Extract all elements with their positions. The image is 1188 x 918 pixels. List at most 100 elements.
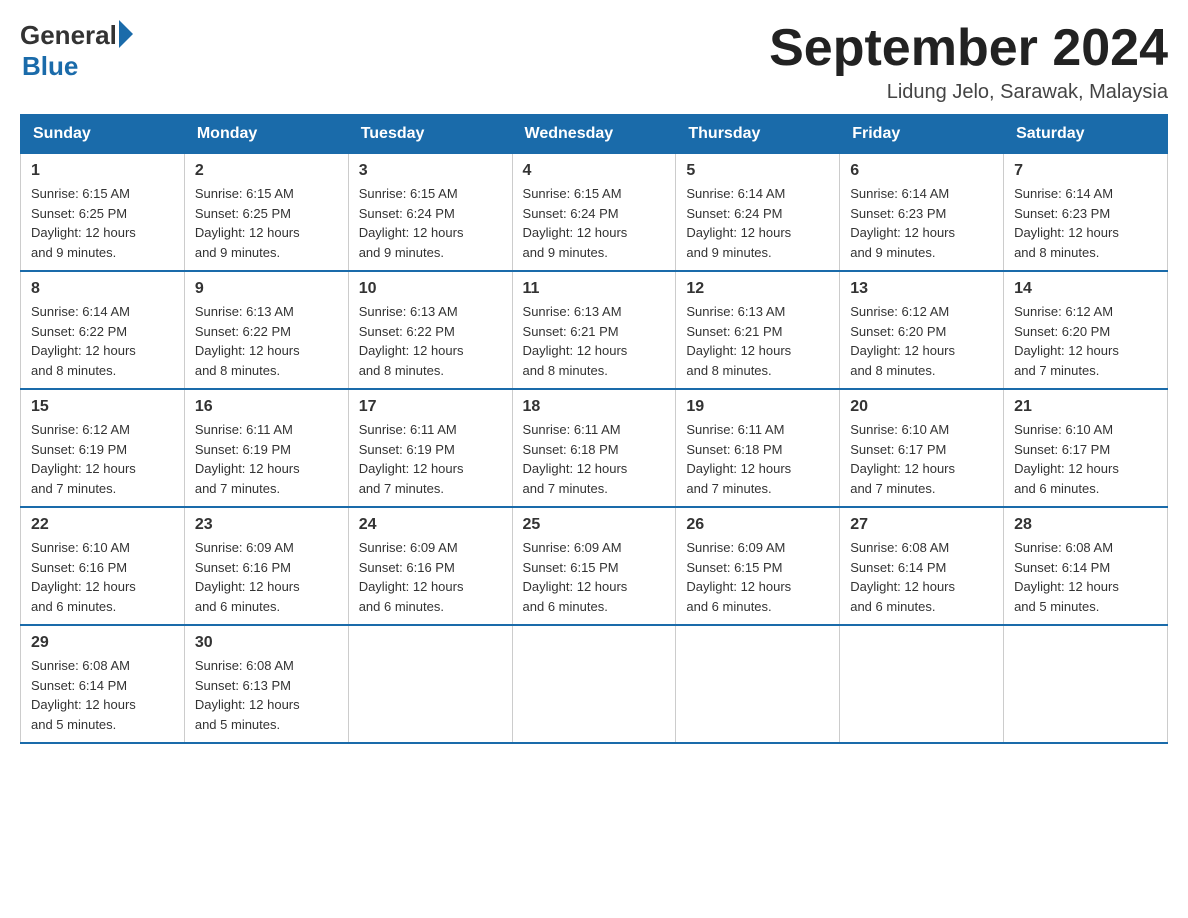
day-info: Sunrise: 6:13 AMSunset: 6:21 PMDaylight:…	[523, 302, 666, 380]
day-number: 8	[31, 280, 174, 298]
calendar-day-cell: 12Sunrise: 6:13 AMSunset: 6:21 PMDayligh…	[676, 271, 840, 389]
day-number: 23	[195, 516, 338, 534]
day-info: Sunrise: 6:14 AMSunset: 6:22 PMDaylight:…	[31, 302, 174, 380]
day-number: 7	[1014, 162, 1157, 180]
day-info: Sunrise: 6:14 AMSunset: 6:24 PMDaylight:…	[686, 184, 829, 262]
day-info: Sunrise: 6:15 AMSunset: 6:24 PMDaylight:…	[523, 184, 666, 262]
day-number: 10	[359, 280, 502, 298]
day-info: Sunrise: 6:14 AMSunset: 6:23 PMDaylight:…	[1014, 184, 1157, 262]
calendar-day-cell: 26 Sunrise: 6:09 AMSunset: 6:15 PMDayligh…	[676, 507, 840, 625]
calendar-week-row: 22 Sunrise: 6:10 AMSunset: 6:16 PMDayligh…	[21, 507, 1168, 625]
day-number: 26	[686, 516, 829, 534]
calendar-day-cell: 30Sunrise: 6:08 AMSunset: 6:13 PMDayligh…	[184, 625, 348, 743]
calendar-day-cell: 13Sunrise: 6:12 AMSunset: 6:20 PMDayligh…	[840, 271, 1004, 389]
day-number: 11	[523, 280, 666, 298]
day-info: Sunrise: 6:10 AMSunset: 6:17 PMDaylight:…	[1014, 420, 1157, 498]
day-info: Sunrise: 6:12 AMSunset: 6:20 PMDaylight:…	[1014, 302, 1157, 380]
day-number: 12	[686, 280, 829, 298]
day-info: Sunrise: 6:15 AMSunset: 6:25 PMDaylight:…	[31, 184, 174, 262]
day-number: 6	[850, 162, 993, 180]
logo: General Blue	[20, 20, 133, 82]
calendar-day-cell: 14 Sunrise: 6:12 AMSunset: 6:20 PMDayligh…	[1004, 271, 1168, 389]
calendar-week-row: 15Sunrise: 6:12 AMSunset: 6:19 PMDayligh…	[21, 389, 1168, 507]
day-number: 20	[850, 398, 993, 416]
logo-blue-text: Blue	[22, 51, 133, 82]
calendar-day-cell: 6 Sunrise: 6:14 AMSunset: 6:23 PMDaylight…	[840, 154, 1004, 272]
calendar-day-cell: 1 Sunrise: 6:15 AMSunset: 6:25 PMDaylight…	[21, 154, 185, 272]
day-info: Sunrise: 6:11 AMSunset: 6:19 PMDaylight:…	[359, 420, 502, 498]
calendar-day-cell: 4 Sunrise: 6:15 AMSunset: 6:24 PMDaylight…	[512, 154, 676, 272]
calendar-day-cell	[348, 625, 512, 743]
weekday-header-saturday: Saturday	[1004, 115, 1168, 154]
day-info: Sunrise: 6:08 AMSunset: 6:14 PMDaylight:…	[31, 656, 174, 734]
calendar-day-cell: 3 Sunrise: 6:15 AMSunset: 6:24 PMDaylight…	[348, 154, 512, 272]
weekday-header-tuesday: Tuesday	[348, 115, 512, 154]
calendar-day-cell: 29Sunrise: 6:08 AMSunset: 6:14 PMDayligh…	[21, 625, 185, 743]
calendar-day-cell: 18 Sunrise: 6:11 AMSunset: 6:18 PMDayligh…	[512, 389, 676, 507]
calendar-day-cell: 23 Sunrise: 6:09 AMSunset: 6:16 PMDayligh…	[184, 507, 348, 625]
day-info: Sunrise: 6:09 AMSunset: 6:15 PMDaylight:…	[686, 538, 829, 616]
calendar-day-cell: 8 Sunrise: 6:14 AMSunset: 6:22 PMDaylight…	[21, 271, 185, 389]
logo-general-text: General	[20, 20, 117, 51]
weekday-header-row: SundayMondayTuesdayWednesdayThursdayFrid…	[21, 115, 1168, 154]
day-number: 22	[31, 516, 174, 534]
day-info: Sunrise: 6:08 AMSunset: 6:14 PMDaylight:…	[1014, 538, 1157, 616]
calendar-week-row: 1 Sunrise: 6:15 AMSunset: 6:25 PMDaylight…	[21, 154, 1168, 272]
page-header: General Blue September 2024 Lidung Jelo,…	[20, 20, 1168, 104]
calendar-day-cell: 9 Sunrise: 6:13 AMSunset: 6:22 PMDaylight…	[184, 271, 348, 389]
day-info: Sunrise: 6:08 AMSunset: 6:14 PMDaylight:…	[850, 538, 993, 616]
title-section: September 2024 Lidung Jelo, Sarawak, Mal…	[769, 20, 1168, 104]
day-number: 15	[31, 398, 174, 416]
day-number: 17	[359, 398, 502, 416]
calendar-day-cell: 21 Sunrise: 6:10 AMSunset: 6:17 PMDayligh…	[1004, 389, 1168, 507]
calendar-table: SundayMondayTuesdayWednesdayThursdayFrid…	[20, 114, 1168, 744]
calendar-day-cell: 28 Sunrise: 6:08 AMSunset: 6:14 PMDayligh…	[1004, 507, 1168, 625]
calendar-week-row: 29Sunrise: 6:08 AMSunset: 6:14 PMDayligh…	[21, 625, 1168, 743]
day-number: 4	[523, 162, 666, 180]
day-info: Sunrise: 6:10 AMSunset: 6:16 PMDaylight:…	[31, 538, 174, 616]
weekday-header-thursday: Thursday	[676, 115, 840, 154]
calendar-day-cell: 2Sunrise: 6:15 AMSunset: 6:25 PMDaylight…	[184, 154, 348, 272]
day-number: 21	[1014, 398, 1157, 416]
day-number: 1	[31, 162, 174, 180]
logo-triangle-icon	[119, 20, 133, 48]
calendar-day-cell: 19 Sunrise: 6:11 AMSunset: 6:18 PMDayligh…	[676, 389, 840, 507]
day-number: 2	[195, 162, 338, 180]
calendar-header: SundayMondayTuesdayWednesdayThursdayFrid…	[21, 115, 1168, 154]
day-number: 5	[686, 162, 829, 180]
day-number: 28	[1014, 516, 1157, 534]
calendar-day-cell	[840, 625, 1004, 743]
day-info: Sunrise: 6:09 AMSunset: 6:15 PMDaylight:…	[523, 538, 666, 616]
day-number: 18	[523, 398, 666, 416]
calendar-body: 1 Sunrise: 6:15 AMSunset: 6:25 PMDaylight…	[21, 154, 1168, 744]
day-info: Sunrise: 6:14 AMSunset: 6:23 PMDaylight:…	[850, 184, 993, 262]
day-number: 19	[686, 398, 829, 416]
day-info: Sunrise: 6:09 AMSunset: 6:16 PMDaylight:…	[195, 538, 338, 616]
calendar-day-cell: 27Sunrise: 6:08 AMSunset: 6:14 PMDayligh…	[840, 507, 1004, 625]
calendar-day-cell: 5 Sunrise: 6:14 AMSunset: 6:24 PMDaylight…	[676, 154, 840, 272]
calendar-day-cell: 20 Sunrise: 6:10 AMSunset: 6:17 PMDayligh…	[840, 389, 1004, 507]
calendar-day-cell: 15Sunrise: 6:12 AMSunset: 6:19 PMDayligh…	[21, 389, 185, 507]
day-number: 9	[195, 280, 338, 298]
day-number: 16	[195, 398, 338, 416]
weekday-header-monday: Monday	[184, 115, 348, 154]
day-info: Sunrise: 6:09 AMSunset: 6:16 PMDaylight:…	[359, 538, 502, 616]
day-info: Sunrise: 6:11 AMSunset: 6:18 PMDaylight:…	[523, 420, 666, 498]
day-number: 14	[1014, 280, 1157, 298]
calendar-week-row: 8 Sunrise: 6:14 AMSunset: 6:22 PMDaylight…	[21, 271, 1168, 389]
day-info: Sunrise: 6:10 AMSunset: 6:17 PMDaylight:…	[850, 420, 993, 498]
day-number: 25	[523, 516, 666, 534]
day-info: Sunrise: 6:15 AMSunset: 6:24 PMDaylight:…	[359, 184, 502, 262]
day-number: 24	[359, 516, 502, 534]
calendar-day-cell	[1004, 625, 1168, 743]
calendar-day-cell: 10Sunrise: 6:13 AMSunset: 6:22 PMDayligh…	[348, 271, 512, 389]
weekday-header-wednesday: Wednesday	[512, 115, 676, 154]
calendar-day-cell: 17 Sunrise: 6:11 AMSunset: 6:19 PMDayligh…	[348, 389, 512, 507]
subtitle: Lidung Jelo, Sarawak, Malaysia	[769, 81, 1168, 104]
day-info: Sunrise: 6:11 AMSunset: 6:18 PMDaylight:…	[686, 420, 829, 498]
day-info: Sunrise: 6:12 AMSunset: 6:20 PMDaylight:…	[850, 302, 993, 380]
day-info: Sunrise: 6:13 AMSunset: 6:22 PMDaylight:…	[195, 302, 338, 380]
calendar-day-cell: 24 Sunrise: 6:09 AMSunset: 6:16 PMDayligh…	[348, 507, 512, 625]
main-title: September 2024	[769, 20, 1168, 77]
day-number: 3	[359, 162, 502, 180]
